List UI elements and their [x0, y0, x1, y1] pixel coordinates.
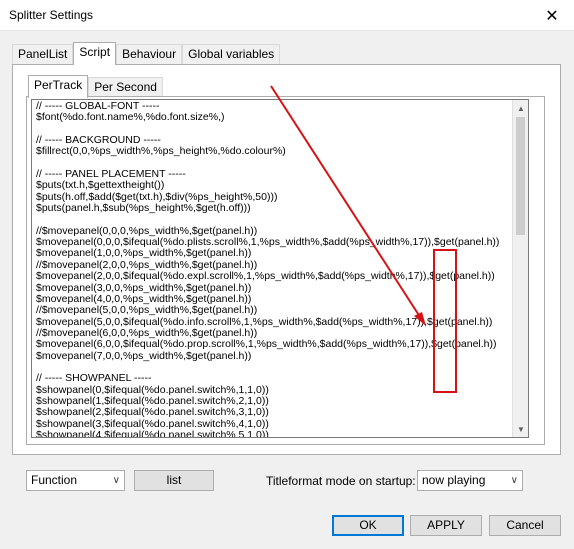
window-title: Splitter Settings: [9, 8, 94, 22]
titleformat-label: Titleformat mode on startup:: [266, 474, 416, 488]
code-line: $movepanel(6,0,0,$ifequal(%do.prop.scrol…: [36, 338, 497, 351]
code-line: $showpanel(4,$ifequal(%do.panel.switch%,…: [36, 428, 269, 437]
code-line: $fillrect(0,0,%ps_width%,%ps_height%,%do…: [36, 145, 286, 158]
tab-global-variables[interactable]: Global variables: [182, 44, 281, 65]
code-line: // ----- SHOWPANEL -----: [36, 372, 152, 385]
chevron-down-icon: ∨: [510, 475, 518, 486]
tab-per-second[interactable]: Per Second: [88, 77, 163, 98]
ok-button[interactable]: OK: [332, 515, 404, 536]
script-editor[interactable]: // ----- GLOBAL-FONT ----- $font(%do.font…: [31, 99, 529, 438]
titleformat-dropdown-value: now playing: [422, 473, 486, 487]
function-dropdown[interactable]: Function ∨: [26, 470, 125, 491]
outer-tab-strip: PanelList Script Behaviour Global variab…: [12, 42, 281, 65]
list-button[interactable]: list: [134, 470, 214, 491]
tab-panellist[interactable]: PanelList: [12, 44, 74, 65]
code-line: //$movepanel(5,0,0,%ps_width%,$get(panel…: [36, 304, 258, 317]
code-line: $movepanel(2,0,0,$ifequal(%do.expl.scrol…: [36, 270, 495, 283]
apply-button[interactable]: APPLY: [410, 515, 482, 536]
scrollbar-thumb[interactable]: [516, 117, 525, 235]
chevron-down-icon: ∨: [112, 475, 120, 486]
code-line: $movepanel(7,0,0,%ps_width%,$get(panel.h…: [36, 349, 252, 362]
function-dropdown-value: Function: [31, 473, 78, 487]
tab-pertrack[interactable]: PerTrack: [28, 75, 89, 98]
script-text[interactable]: // ----- GLOBAL-FONT ----- $font(%do.font…: [36, 101, 514, 437]
titleformat-dropdown[interactable]: now playing ∨: [417, 470, 523, 491]
scroll-up-icon[interactable]: ▲: [513, 100, 528, 116]
code-line: $puts(panel.h,$sub(%ps_height%,$get(h.of…: [36, 202, 251, 215]
close-icon[interactable]: ✕: [530, 0, 574, 31]
code-line: $showpanel(2,$ifequal(%do.panel.switch%,…: [36, 406, 269, 419]
inner-tab-strip: PerTrack Per Second: [28, 75, 163, 98]
vertical-scrollbar[interactable]: ▲ ▼: [512, 100, 528, 437]
tab-behaviour[interactable]: Behaviour: [116, 44, 183, 65]
cancel-button[interactable]: Cancel: [489, 515, 561, 536]
code-line: $font(%do.font.name%,%do.font.size%,): [36, 111, 225, 124]
title-bar: Splitter Settings ✕: [0, 0, 574, 31]
scroll-down-icon[interactable]: ▼: [513, 421, 528, 437]
tab-script[interactable]: Script: [73, 42, 117, 65]
